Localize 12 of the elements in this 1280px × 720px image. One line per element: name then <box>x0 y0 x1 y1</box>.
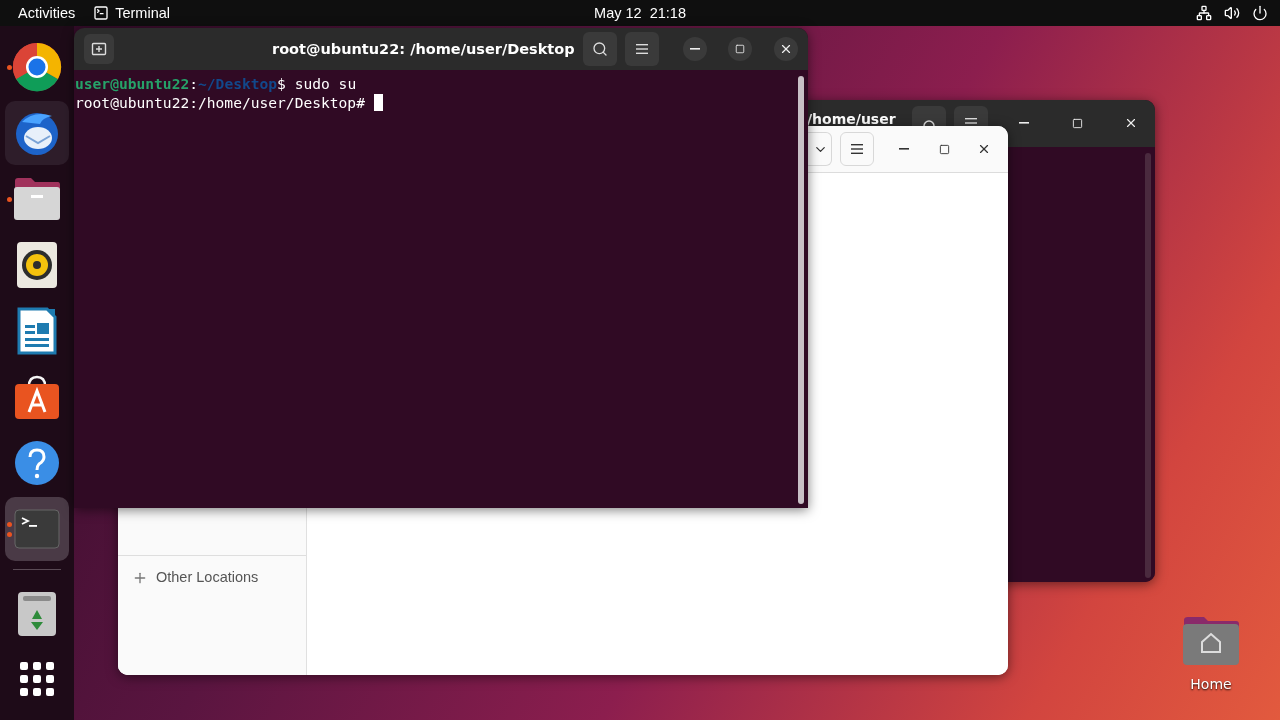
sidebar-item[interactable]: Other Locations <box>156 569 259 585</box>
app-menu[interactable]: Terminal <box>115 5 188 21</box>
window-title: root@ubuntu22: /home/user/Desktop <box>272 41 575 57</box>
clock[interactable]: May 12 21:18 <box>594 5 686 21</box>
terminal-text: : <box>189 74 199 93</box>
prompt-user: user@ubuntu22 <box>75 74 190 93</box>
prompt-path: ~/Desktop <box>198 74 278 93</box>
activities-button[interactable]: Activities <box>0 5 94 21</box>
window-title: /home/user <box>807 111 896 127</box>
desktop-icon-label: Home <box>1190 676 1232 692</box>
terminal-text: root@ubuntu22:/home/user/Desktop# <box>75 93 366 112</box>
terminal-text: $ sudo su <box>277 74 357 93</box>
